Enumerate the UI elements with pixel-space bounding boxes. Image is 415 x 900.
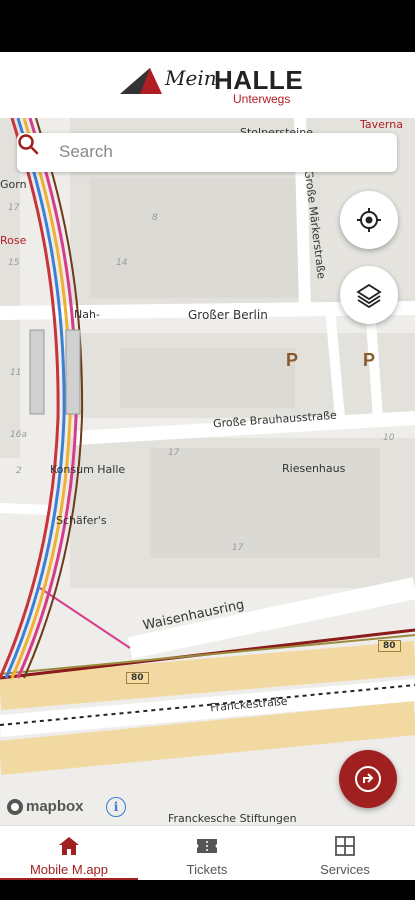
label-gorn: Gorn	[0, 178, 27, 191]
poi-franckesche-stiftungen[interactable]: Franckesche Stiftungen	[168, 812, 297, 825]
logo-mein: Mein	[165, 66, 217, 90]
nav-label: Mobile M.app	[29, 862, 109, 877]
home-icon	[59, 837, 79, 855]
status-bar	[0, 0, 415, 52]
search-input[interactable]: Search	[59, 142, 113, 162]
road-badge: 80	[378, 640, 401, 652]
mapbox-brand: mapbox	[26, 798, 84, 815]
nav-services[interactable]: Services	[276, 826, 414, 881]
mapbox-logo-icon	[7, 799, 23, 815]
search-icon	[18, 134, 39, 155]
route-button[interactable]	[339, 750, 397, 808]
street-grosser-berlin: Großer Berlin	[188, 308, 268, 322]
logo-subtitle: Unterwegs	[233, 92, 291, 106]
info-icon[interactable]: i	[106, 797, 126, 817]
poi-riesenhaus[interactable]: Riesenhaus	[282, 462, 345, 475]
directions-icon	[355, 766, 381, 792]
house-number: 2	[16, 466, 22, 476]
bottom-navigation: Mobile M.app Tickets Services	[0, 825, 415, 881]
house-number: 11	[10, 368, 22, 378]
layers-icon	[356, 283, 382, 308]
search-bar[interactable]: Search	[17, 133, 397, 172]
poi-konsum-halle[interactable]: Konsum Halle	[50, 463, 125, 476]
app-logo: Mein HALLE Unterwegs	[120, 65, 303, 106]
house-number: 10	[383, 433, 395, 443]
house-number: 17	[232, 543, 244, 553]
nav-mobile-mapp[interactable]: Mobile M.app	[0, 826, 138, 881]
crosshair-icon	[357, 208, 381, 232]
nav-tickets[interactable]: Tickets	[138, 826, 276, 881]
house-number: 17	[8, 203, 20, 213]
house-number: 17	[168, 448, 180, 458]
poi-taverna[interactable]: Taverna	[360, 118, 403, 131]
poi-schaefers[interactable]: Schäfer's	[56, 514, 107, 527]
logo-triangle-icon	[120, 68, 162, 94]
ticket-icon	[197, 839, 217, 853]
poi-nah[interactable]: Nah-	[74, 308, 100, 321]
app-header: Mein HALLE Unterwegs	[0, 52, 415, 118]
parking-icon[interactable]: P	[363, 350, 375, 371]
house-number: 15	[8, 258, 20, 268]
map-view[interactable]: Großer Berlin Große Brauhausstraße Große…	[0, 118, 415, 825]
road-badge: 80	[126, 672, 149, 684]
nav-label: Tickets	[186, 862, 228, 877]
label-rose: Rose	[0, 234, 27, 247]
parking-icon[interactable]: P	[286, 350, 298, 371]
nav-label: Services	[320, 862, 370, 877]
house-number: 8	[152, 213, 158, 223]
house-number: 14	[116, 258, 128, 268]
locate-button[interactable]	[340, 191, 398, 249]
layers-button[interactable]	[340, 266, 398, 324]
house-number: 16a	[10, 430, 27, 440]
system-nav-bar	[0, 880, 415, 900]
grid-icon	[335, 836, 355, 856]
